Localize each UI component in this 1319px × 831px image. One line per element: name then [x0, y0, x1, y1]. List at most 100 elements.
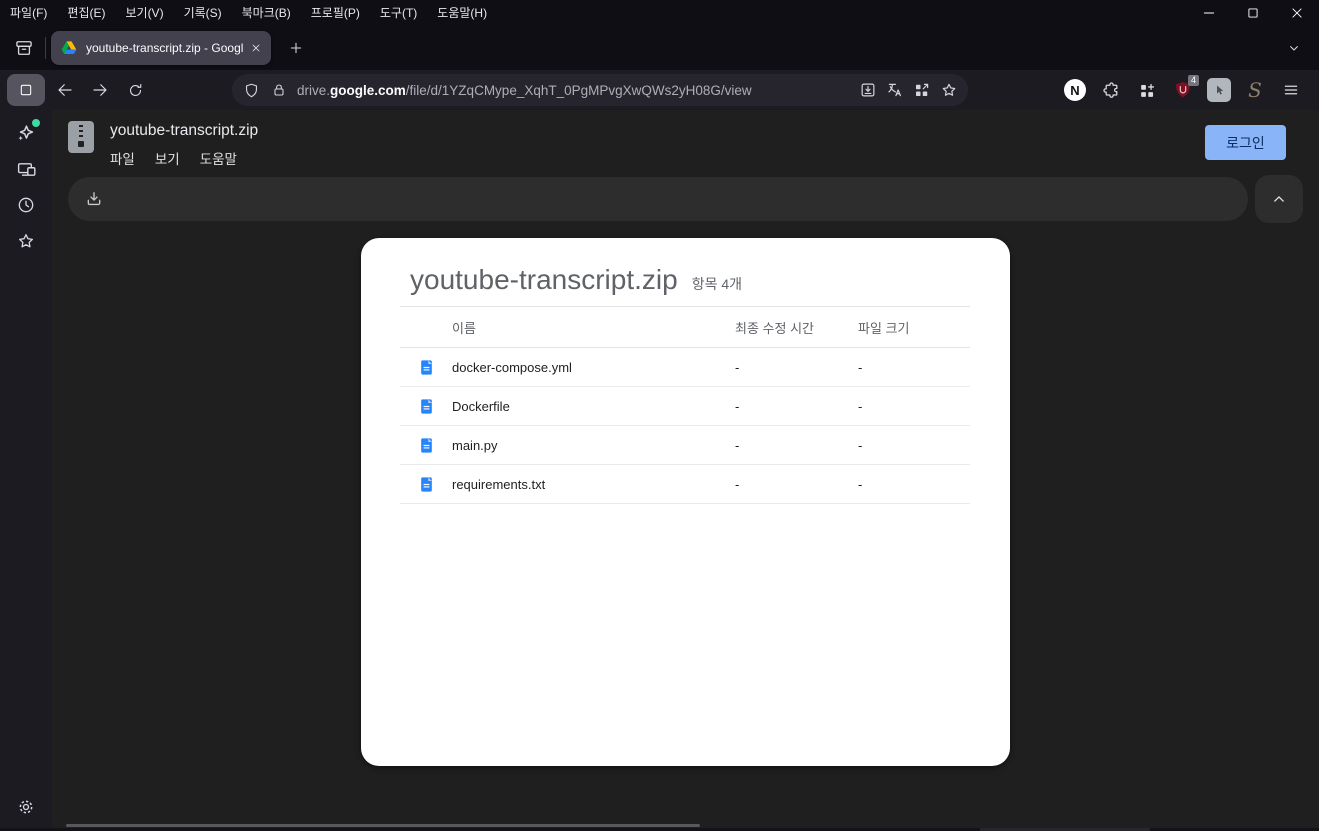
card-title-row: youtube-transcript.zip 항목 4개 [361, 238, 1010, 296]
extensions-button[interactable] [1093, 74, 1129, 106]
hamburger-icon [1282, 81, 1300, 99]
file-doc-icon [400, 476, 452, 493]
menu-help[interactable]: 도움말(H) [427, 0, 497, 25]
download-icon [84, 189, 104, 209]
app-menu-button[interactable] [1273, 74, 1309, 106]
drive-viewer: youtube-transcript.zip 파일 보기 도움말 로그인 you… [52, 110, 1319, 831]
tab-close-button[interactable] [246, 38, 266, 58]
close-button[interactable] [1275, 0, 1319, 25]
drive-menu-help[interactable]: 도움말 [200, 148, 237, 168]
sidebar-ai-chatbot-button[interactable] [8, 115, 44, 151]
script-extension-button[interactable]: S [1237, 74, 1273, 106]
url-text: drive.google.com/file/d/1YZqCMype_XqhT_0… [297, 82, 752, 98]
collapse-toolbar-button[interactable] [1255, 175, 1303, 223]
zip-contents-card: youtube-transcript.zip 항목 4개 이름 최종 수정 시간… [361, 238, 1010, 766]
gray-extension-button[interactable] [1201, 74, 1237, 106]
file-doc-icon [400, 437, 452, 454]
drive-toolbar [68, 177, 1248, 221]
table-row[interactable]: main.py - - [400, 426, 970, 465]
sidebar-synced-tabs-button[interactable] [8, 151, 44, 187]
file-doc-icon [400, 398, 452, 415]
table-row[interactable]: Dockerfile - - [400, 387, 970, 426]
clock-icon [16, 195, 36, 215]
maximize-icon [1246, 6, 1260, 20]
close-icon [252, 44, 260, 51]
save-page-icon[interactable] [854, 77, 881, 104]
script-s-icon: S [1248, 78, 1262, 102]
sidebar-bookmarks-button[interactable] [8, 223, 44, 259]
column-size: 파일 크기 [858, 320, 910, 336]
file-size: - [858, 398, 863, 414]
login-button[interactable]: 로그인 [1205, 125, 1286, 160]
file-name: Dockerfile [452, 398, 510, 414]
lock-icon[interactable] [265, 77, 292, 104]
menu-profiles[interactable]: 프로필(P) [301, 0, 370, 25]
drive-file-title: youtube-transcript.zip [110, 122, 259, 139]
chevron-up-icon [1269, 189, 1289, 209]
item-count: 항목 4개 [691, 276, 743, 292]
tracking-shield-icon[interactable] [238, 77, 265, 104]
arrow-left-icon [56, 81, 74, 99]
menu-tools[interactable]: 도구(T) [370, 0, 427, 25]
url-bar[interactable]: drive.google.com/file/d/1YZqCMype_XqhT_0… [232, 74, 968, 106]
plus-icon [288, 40, 304, 56]
file-table: 이름 최종 수정 시간 파일 크기 docker-compose.yml - -… [400, 306, 970, 504]
menu-history[interactable]: 기록(S) [174, 0, 232, 25]
bookmark-star-icon[interactable] [935, 77, 962, 104]
ublock-extension-button[interactable]: 4 [1165, 74, 1201, 106]
sidebar-toggle-button[interactable] [7, 74, 45, 106]
tab-bar: youtube-transcript.zip - Googl [0, 25, 1319, 70]
active-tab[interactable]: youtube-transcript.zip - Googl [51, 30, 271, 65]
drive-menu-view[interactable]: 보기 [155, 148, 180, 168]
column-modified: 최종 수정 시간 [735, 320, 814, 336]
tab-title: youtube-transcript.zip - Googl [86, 40, 244, 55]
devices-icon [16, 159, 37, 180]
sidebar-panel-icon [18, 82, 34, 98]
card-title: youtube-transcript.zip [410, 264, 678, 295]
urlbar-actions [854, 77, 962, 104]
file-modified: - [735, 437, 740, 453]
google-drive-favicon [61, 40, 77, 56]
close-icon [1290, 6, 1304, 20]
file-modified: - [735, 359, 740, 375]
drive-menu-file[interactable]: 파일 [110, 148, 135, 168]
drive-menubar: 파일 보기 도움말 [110, 148, 237, 168]
table-row[interactable]: requirements.txt - - [400, 465, 970, 504]
table-header: 이름 최종 수정 시간 파일 크기 [400, 307, 970, 348]
maximize-button[interactable] [1231, 0, 1275, 25]
extensions-area: N 4 S [1057, 74, 1309, 106]
ublock-badge: 4 [1187, 75, 1199, 86]
star-icon [16, 231, 36, 251]
back-button[interactable] [50, 75, 80, 105]
forward-button[interactable] [85, 75, 115, 105]
minimize-button[interactable] [1187, 0, 1231, 25]
menu-edit[interactable]: 편집(E) [57, 0, 115, 25]
file-size: - [858, 359, 863, 375]
file-name: main.py [452, 437, 498, 453]
new-tab-button[interactable] [280, 32, 312, 64]
online-indicator-dot [32, 119, 40, 127]
notion-extension-button[interactable]: N [1057, 74, 1093, 106]
grid-arrow-icon[interactable] [908, 77, 935, 104]
sidebar-history-button[interactable] [8, 187, 44, 223]
sidebar-settings-button[interactable] [8, 789, 44, 825]
list-all-tabs-button[interactable] [1279, 33, 1309, 63]
download-button[interactable] [74, 179, 114, 219]
reload-button[interactable] [120, 75, 150, 105]
puzzle-icon [1102, 81, 1121, 100]
reload-icon [127, 82, 144, 99]
menu-file[interactable]: 파일(F) [0, 0, 57, 25]
menu-view[interactable]: 보기(V) [115, 0, 173, 25]
squares-plus-extension-button[interactable] [1129, 74, 1165, 106]
gear-icon [16, 797, 36, 817]
nav-toolbar: drive.google.com/file/d/1YZqCMype_XqhT_0… [0, 70, 1319, 110]
translate-icon[interactable] [881, 77, 908, 104]
horizontal-scrollbar-thumb[interactable] [66, 824, 700, 827]
table-row[interactable]: docker-compose.yml - - [400, 348, 970, 387]
hand-cursor-icon [1207, 78, 1231, 102]
menu-bookmarks[interactable]: 북마크(B) [232, 0, 301, 25]
column-name: 이름 [452, 320, 476, 336]
firefox-view-button[interactable] [8, 32, 40, 64]
menubar: 파일(F) 편집(E) 보기(V) 기록(S) 북마크(B) 프로필(P) 도구… [0, 0, 1319, 25]
notion-icon: N [1064, 79, 1086, 101]
